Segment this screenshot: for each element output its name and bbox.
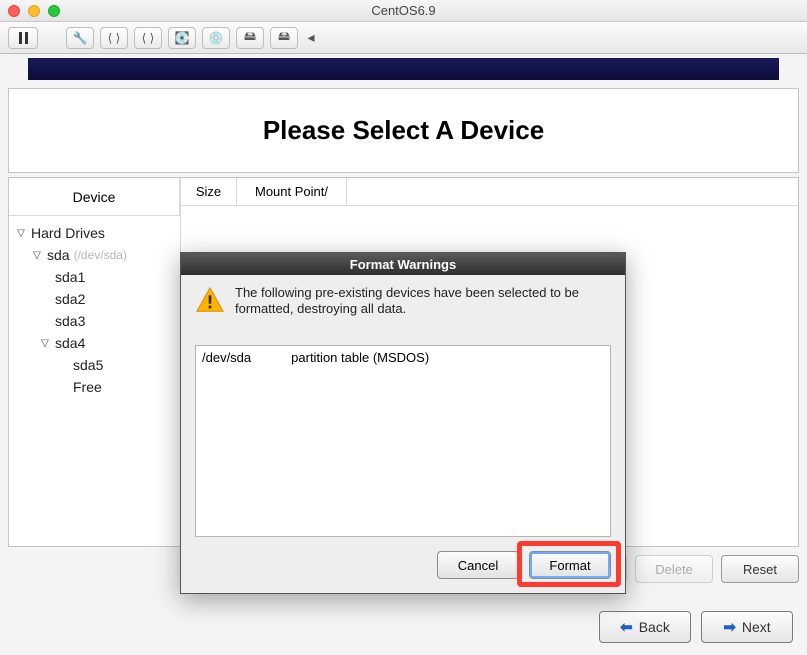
- warning-icon: [195, 285, 225, 315]
- back-button[interactable]: ⬅ Back: [599, 611, 691, 643]
- tree-label: Hard Drives: [31, 225, 105, 241]
- tree-label: sda1: [55, 269, 85, 285]
- dialog-buttons: Cancel Format: [181, 537, 625, 593]
- tree-row-sda3[interactable]: sda3: [15, 310, 180, 332]
- tree-row-sda4[interactable]: ▽ sda4: [15, 332, 180, 354]
- tree-row-hard-drives[interactable]: ▽ Hard Drives: [15, 222, 180, 244]
- cd-icon[interactable]: 💿: [202, 27, 230, 49]
- dialog-message: The following pre-existing devices have …: [235, 285, 611, 339]
- column-header-size[interactable]: Size: [181, 178, 237, 206]
- device-path: /dev/sda: [202, 350, 251, 365]
- window-title: CentOS6.9: [0, 3, 807, 18]
- format-warnings-dialog: Format Warnings The following pre-existi…: [180, 252, 626, 594]
- tree-label: Free: [73, 379, 102, 395]
- disk-icon[interactable]: 💽: [168, 27, 196, 49]
- tree-row-sda2[interactable]: sda2: [15, 288, 180, 310]
- tree-row-sda[interactable]: ▽ sda (/dev/sda): [15, 244, 180, 266]
- installer-banner: [28, 58, 779, 80]
- arrow-right-icon: ➡: [723, 618, 736, 636]
- reset-button[interactable]: Reset: [721, 555, 799, 583]
- device-path: (/dev/sda): [74, 248, 127, 262]
- dialog-title: Format Warnings: [181, 253, 625, 275]
- vm-toolbar: 🔧 ⟨ ⟩ ⟨ ⟩ 💽 💿 🖴 🖴 ◂: [0, 22, 807, 54]
- tree-label: sda: [47, 247, 70, 263]
- tree-row-sda5[interactable]: sda5: [15, 354, 180, 376]
- tree-label: sda5: [73, 357, 103, 373]
- format-button[interactable]: Format: [529, 551, 611, 579]
- format-device-list: /dev/sda partition table (MSDOS): [195, 345, 611, 537]
- page-title: Please Select A Device: [9, 89, 798, 172]
- content-area: Please Select A Device Device ▽ Hard Dri…: [0, 54, 807, 655]
- list-item: /dev/sda partition table (MSDOS): [202, 350, 604, 365]
- tree-label: sda3: [55, 313, 85, 329]
- tree-label: sda2: [55, 291, 85, 307]
- nav-row: ⬅ Back ➡ Next: [599, 611, 793, 643]
- device-tree[interactable]: ▽ Hard Drives ▽ sda (/dev/sda) sda1 sda2…: [9, 216, 180, 398]
- usb-icon[interactable]: 🖴: [270, 27, 298, 49]
- cancel-button[interactable]: Cancel: [437, 551, 519, 579]
- next-button[interactable]: ➡ Next: [701, 611, 793, 643]
- device-desc: partition table (MSDOS): [291, 350, 429, 365]
- main-panel: Please Select A Device: [8, 88, 799, 173]
- mac-titlebar: CentOS6.9: [0, 0, 807, 22]
- pause-button[interactable]: [8, 27, 38, 49]
- tree-label: sda4: [55, 335, 85, 351]
- tree-row-sda1[interactable]: sda1: [15, 266, 180, 288]
- caret-down-icon[interactable]: ▽: [39, 338, 51, 349]
- toolbar-collapse-icon[interactable]: ◂: [304, 29, 318, 46]
- network-icon[interactable]: 🖴: [236, 27, 264, 49]
- tree-row-free[interactable]: Free: [15, 376, 180, 398]
- caret-down-icon[interactable]: ▽: [15, 228, 27, 239]
- settings-icon[interactable]: 🔧: [66, 27, 94, 49]
- delete-button: Delete: [635, 555, 713, 583]
- fullscreen-icon[interactable]: ⟨ ⟩: [100, 27, 128, 49]
- column-header-mount[interactable]: Mount Point/: [237, 178, 347, 206]
- column-header-device[interactable]: Device: [9, 178, 180, 216]
- next-label: Next: [742, 619, 771, 635]
- arrow-left-icon: ⬅: [620, 618, 633, 636]
- back-label: Back: [639, 619, 670, 635]
- unity-icon[interactable]: ⟨ ⟩: [134, 27, 162, 49]
- caret-down-icon[interactable]: ▽: [31, 250, 43, 261]
- column-header-blank: [347, 178, 798, 206]
